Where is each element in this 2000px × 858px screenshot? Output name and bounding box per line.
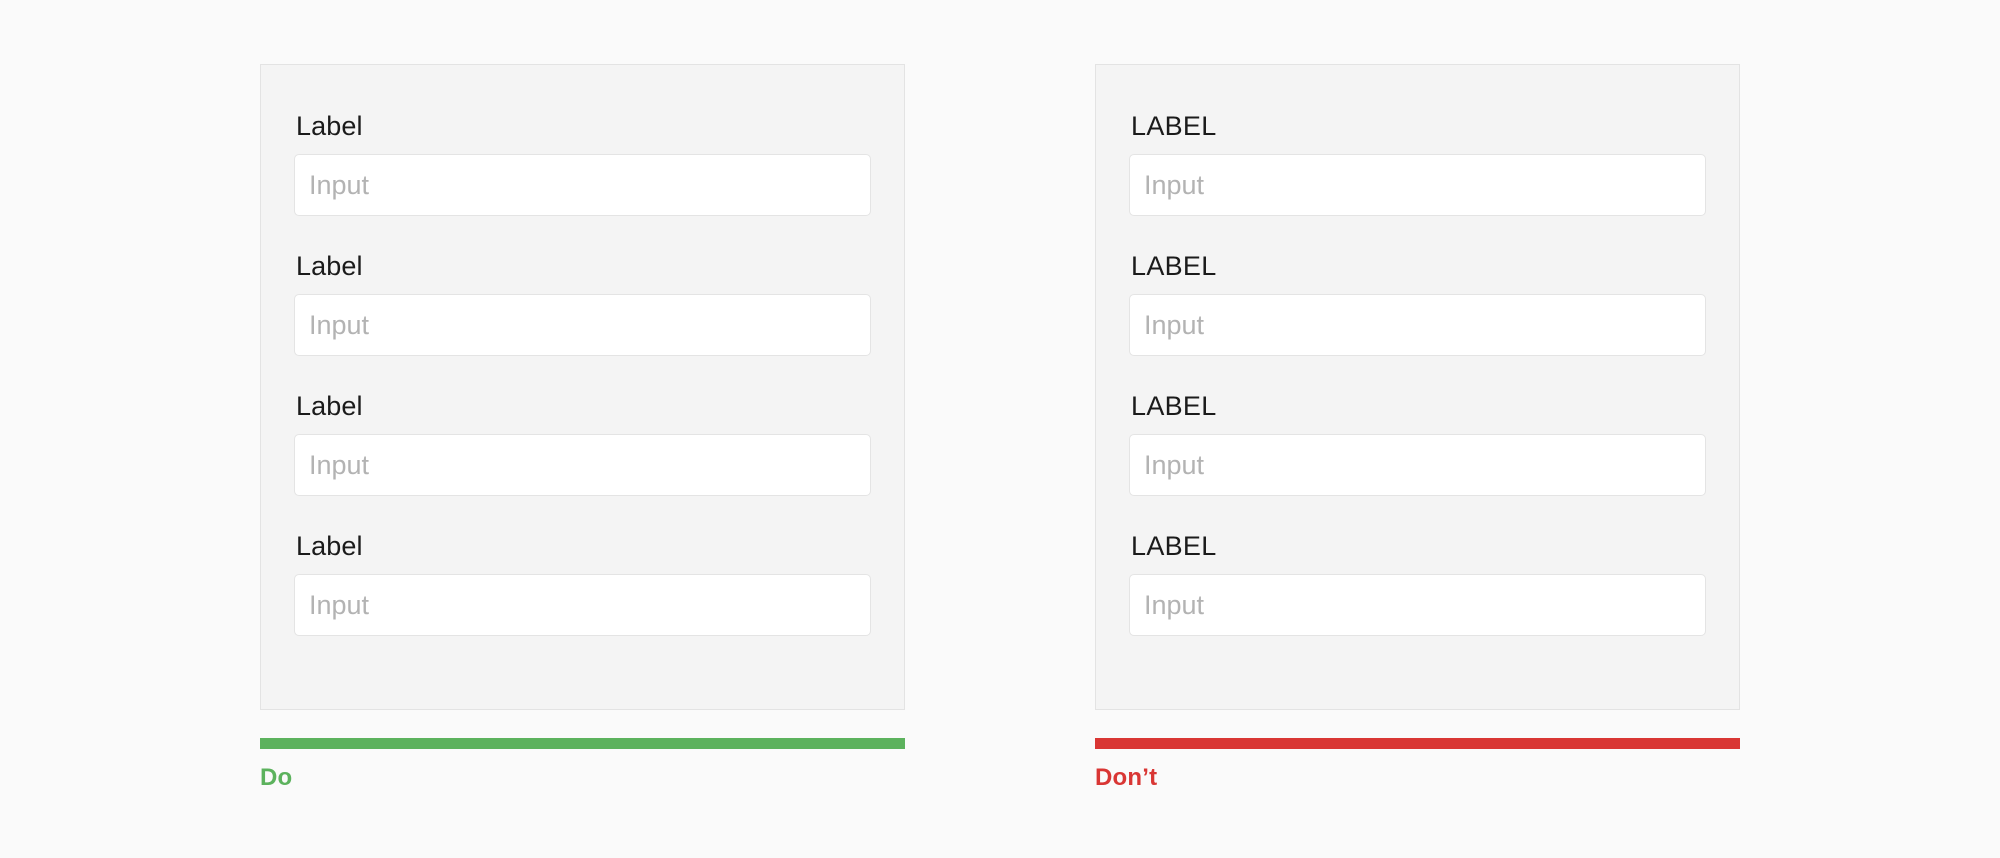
field-label: Label bbox=[296, 391, 363, 422]
examples-row: Label Label Label Label Do bbox=[260, 64, 1740, 790]
form-field-group: Label bbox=[294, 531, 871, 637]
field-label: LABEL bbox=[1131, 111, 1217, 141]
field-label: Label bbox=[296, 251, 363, 282]
field-label: LABEL bbox=[1131, 251, 1217, 282]
dont-verdict-bar bbox=[1095, 738, 1740, 749]
field-label: LABEL bbox=[1131, 391, 1217, 422]
form-field-group: Label bbox=[294, 251, 871, 357]
field-label: LABEL bbox=[1131, 531, 1217, 562]
form-field-group: LABEL bbox=[1129, 391, 1706, 497]
do-example: Label Label Label Label Do bbox=[260, 64, 905, 790]
field-label: Label bbox=[296, 111, 363, 141]
form-field-group: LABEL bbox=[1129, 251, 1706, 357]
do-verdict: Do bbox=[260, 738, 905, 790]
form-field-group: LABEL bbox=[1129, 111, 1706, 217]
field-input[interactable] bbox=[294, 294, 871, 357]
field-label: Label bbox=[296, 531, 363, 562]
field-input[interactable] bbox=[294, 574, 871, 637]
do-form-panel: Label Label Label Label bbox=[260, 64, 905, 710]
guideline-comparison-stage: Label Label Label Label Do bbox=[0, 0, 2000, 858]
dont-verdict: Don’t bbox=[1095, 738, 1740, 790]
field-input[interactable] bbox=[1129, 154, 1706, 217]
form-field-group: Label bbox=[294, 111, 871, 217]
dont-verdict-label: Don’t bbox=[1095, 764, 1158, 791]
dont-form-panel: LABEL LABEL LABEL LABEL bbox=[1095, 64, 1740, 710]
field-input[interactable] bbox=[1129, 574, 1706, 637]
do-verdict-bar bbox=[260, 738, 905, 749]
dont-example: LABEL LABEL LABEL LABEL Don bbox=[1095, 64, 1740, 790]
field-input[interactable] bbox=[1129, 294, 1706, 357]
field-input[interactable] bbox=[1129, 434, 1706, 497]
do-verdict-label: Do bbox=[260, 764, 293, 791]
form-field-group: LABEL bbox=[1129, 531, 1706, 637]
field-input[interactable] bbox=[294, 154, 871, 217]
field-input[interactable] bbox=[294, 434, 871, 497]
form-field-group: Label bbox=[294, 391, 871, 497]
